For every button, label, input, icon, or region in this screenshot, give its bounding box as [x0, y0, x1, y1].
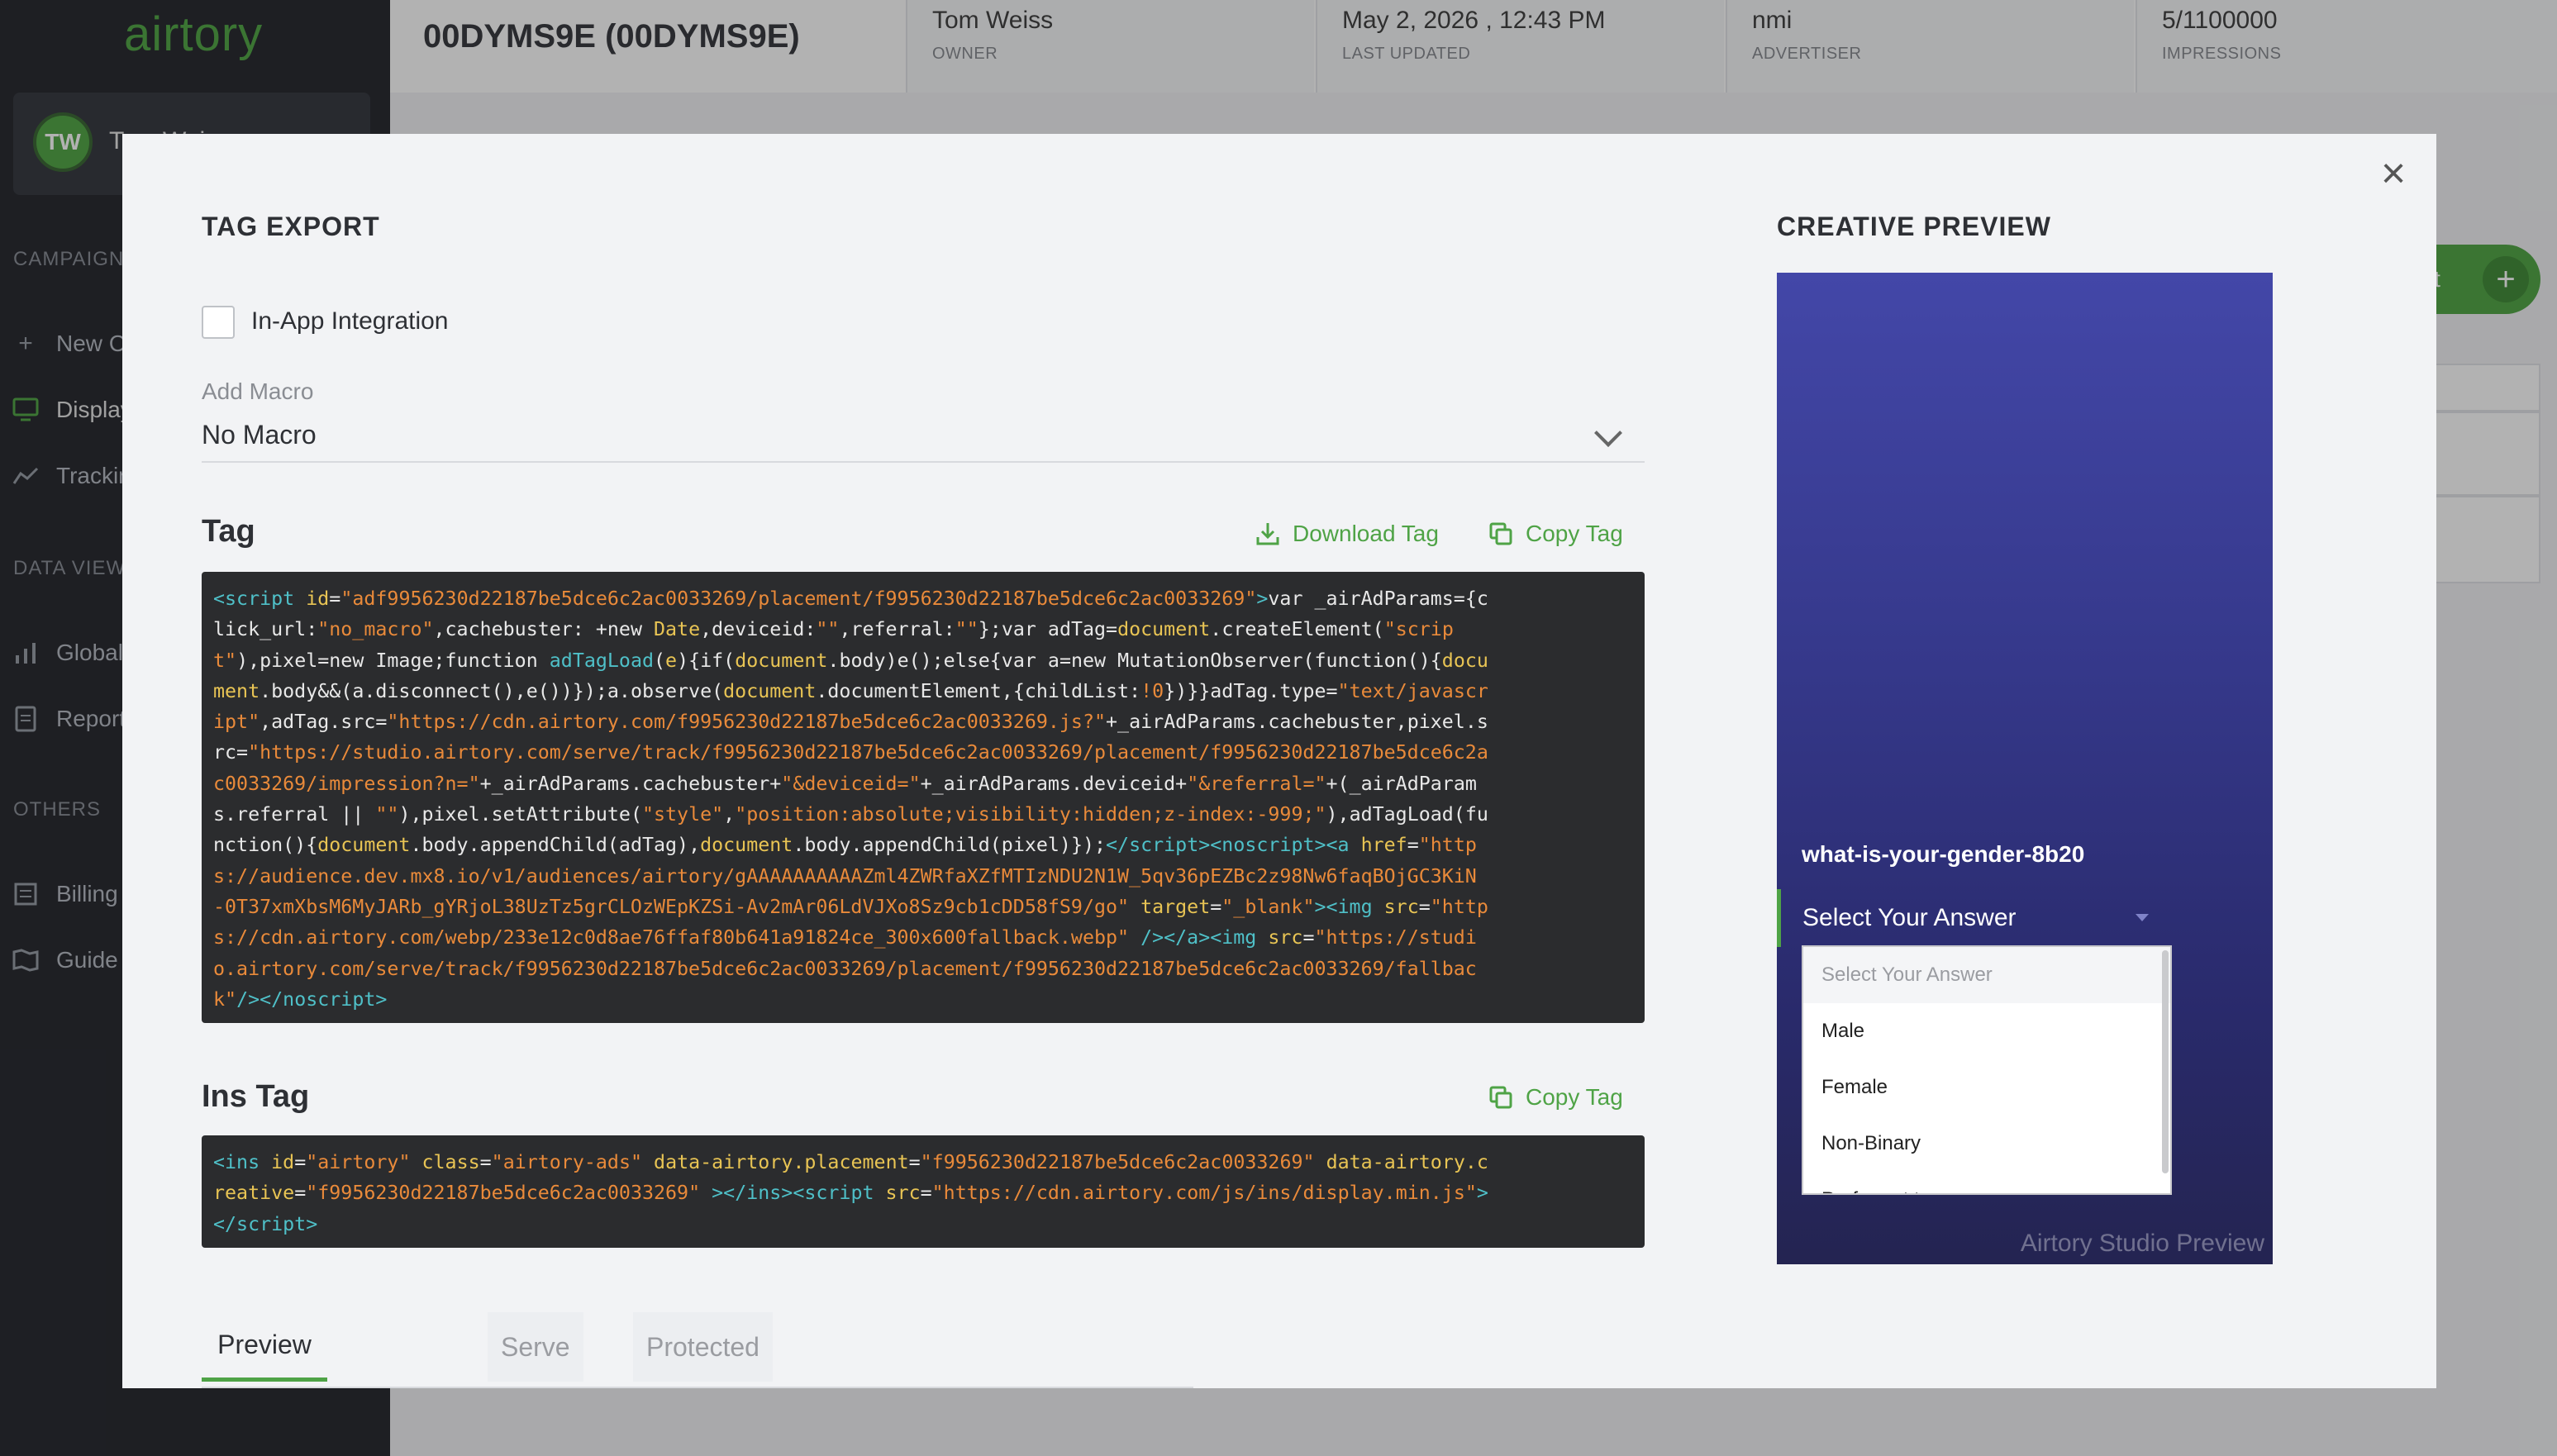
macro-label: Add Macro [202, 378, 314, 404]
creative-preview-title: CREATIVE PREVIEW [1777, 212, 2051, 241]
tab-serve[interactable]: Serve [488, 1312, 583, 1382]
preview-question: what-is-your-gender-8b20 [1802, 841, 2085, 867]
macro-value: No Macro [202, 420, 317, 450]
download-tag-label: Download Tag [1293, 521, 1439, 546]
preview-watermark: Airtory Studio Preview [2020, 1230, 2264, 1257]
preview-answer-select[interactable]: Select Your Answer [1777, 889, 2157, 947]
list-item[interactable]: Select Your Answer [1803, 947, 2170, 1003]
in-app-checkbox[interactable] [202, 306, 235, 339]
tab-preview[interactable]: Preview [202, 1312, 327, 1382]
macro-select[interactable]: No Macro [202, 410, 1645, 463]
close-icon[interactable]: × [2370, 150, 2417, 197]
copy-icon [1489, 1086, 1512, 1109]
scrollbar[interactable] [2162, 950, 2169, 1173]
tab-protected[interactable]: Protected [633, 1312, 773, 1382]
download-tag-button[interactable]: Download Tag [1255, 521, 1439, 547]
preview-options-list[interactable]: Select Your Answer Male Female Non-Binar… [1802, 945, 2172, 1195]
ins-tag-heading: Ins Tag [202, 1079, 310, 1114]
list-item[interactable]: Male [1803, 1003, 2170, 1059]
modal-title: TAG EXPORT [202, 212, 380, 241]
tag-code-block[interactable]: <script id="adf9956230d22187be5dce6c2ac0… [202, 572, 1645, 1023]
list-item[interactable]: Prefer not to say [1803, 1172, 2170, 1193]
copy-icon [1489, 522, 1512, 545]
preview-select-text: Select Your Answer [1802, 904, 2017, 931]
copy-tag-label: Copy Tag [1526, 1084, 1623, 1110]
caret-down-icon [2136, 914, 2149, 921]
in-app-label: In-App Integration [251, 307, 449, 335]
chevron-down-icon [1594, 419, 1622, 447]
list-item[interactable]: Female [1803, 1059, 2170, 1116]
copy-tag-button[interactable]: Copy Tag [1488, 521, 1623, 547]
copy-ins-tag-button[interactable]: Copy Tag [1488, 1084, 1623, 1111]
tag-export-modal: × TAG EXPORT In-App Integration Add Macr… [122, 134, 2436, 1388]
copy-tag-label: Copy Tag [1526, 521, 1623, 546]
list-item[interactable]: Non-Binary [1803, 1116, 2170, 1172]
export-tabs: Preview Serve Protected [202, 1306, 1193, 1388]
ins-tag-code-block[interactable]: <ins id="airtory" class="airtory-ads" da… [202, 1135, 1645, 1248]
creative-preview[interactable]: what-is-your-gender-8b20 Select Your Ans… [1777, 273, 2273, 1264]
download-icon [1256, 523, 1279, 545]
tag-heading: Tag [202, 514, 255, 549]
